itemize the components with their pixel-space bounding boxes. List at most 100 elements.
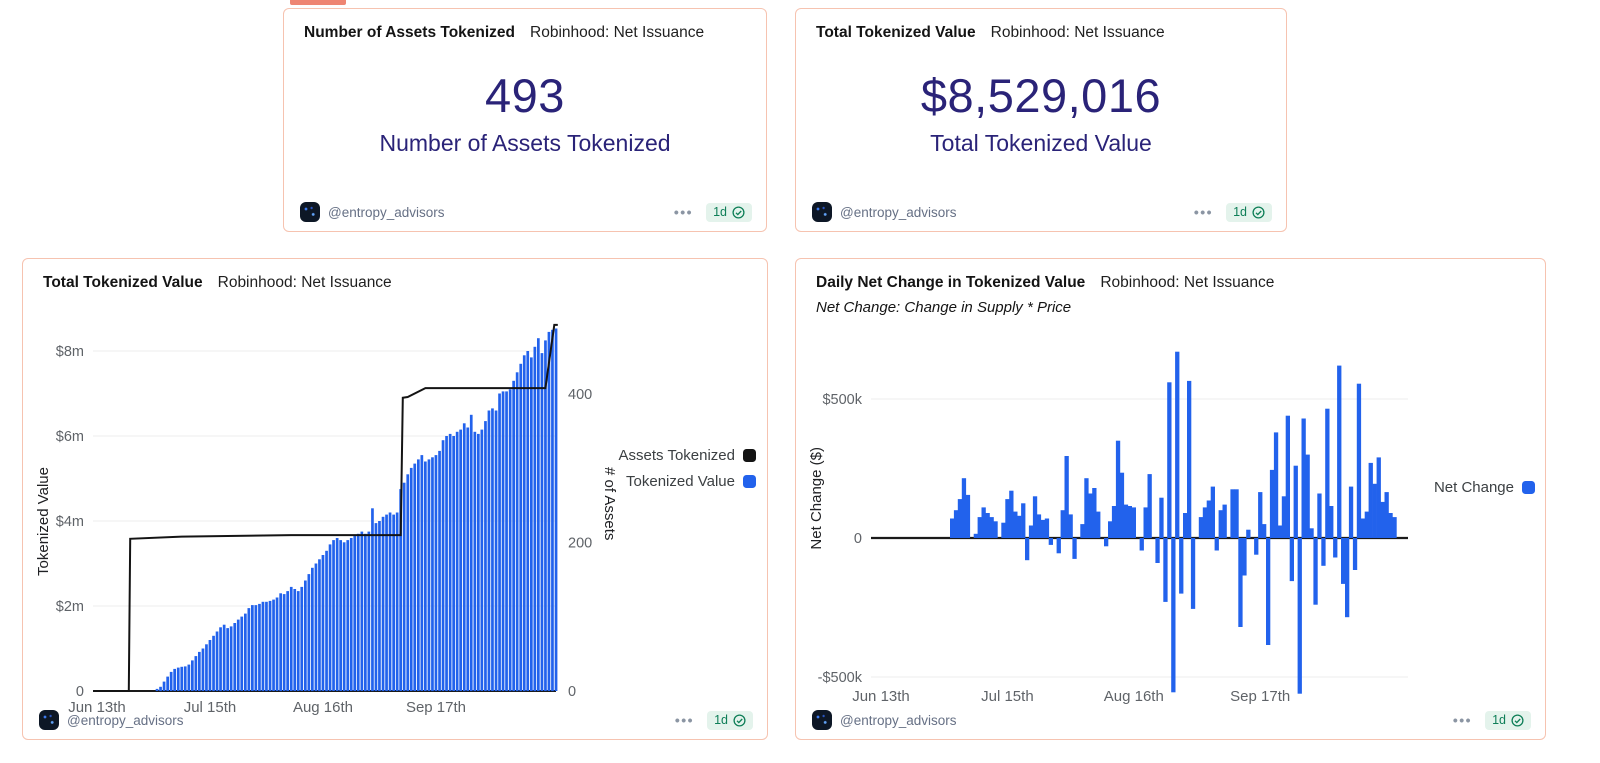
bar <box>1210 486 1215 538</box>
bar <box>1068 514 1073 538</box>
bar <box>1380 501 1385 538</box>
bar <box>236 619 240 691</box>
bar <box>406 474 410 691</box>
bar <box>1096 511 1101 538</box>
author-handle[interactable]: @entropy_advisors <box>39 710 184 730</box>
legend-item-assets-tokenized[interactable]: Assets Tokenized <box>619 447 756 464</box>
bar <box>1119 472 1125 538</box>
bar <box>244 613 247 691</box>
author-handle-label: @entropy_advisors <box>840 204 957 220</box>
bar <box>1384 492 1389 538</box>
legend-item-net-change[interactable]: Net Change <box>1434 479 1535 496</box>
bar <box>1364 511 1369 538</box>
bar <box>1009 490 1014 538</box>
author-handle[interactable]: @entropy_advisors <box>300 202 445 222</box>
bar <box>1183 513 1188 538</box>
bar <box>977 517 982 538</box>
bar <box>1060 510 1065 538</box>
bar <box>388 512 392 691</box>
bar <box>522 355 526 692</box>
freshness-badge[interactable]: 1d <box>1226 202 1272 222</box>
y-axis-title-left: Tokenized Value <box>35 467 52 576</box>
bar <box>540 353 544 691</box>
bar <box>208 640 212 691</box>
y-axis-title-right: # of Assets <box>601 467 618 541</box>
freshness-badge[interactable]: 1d <box>706 202 752 222</box>
chart-legend: Net Change <box>1434 479 1535 496</box>
bar <box>215 631 219 691</box>
y-axis-title: Net Change ($) <box>808 447 825 550</box>
bar <box>229 626 233 691</box>
bar <box>1372 483 1377 538</box>
bar <box>462 423 466 692</box>
legend-item-tokenized-value[interactable]: Tokenized Value <box>626 473 756 490</box>
bar <box>420 455 424 691</box>
bar <box>438 450 441 691</box>
bar <box>1072 538 1077 559</box>
bar <box>367 531 371 691</box>
bar <box>205 644 208 692</box>
bar <box>1167 382 1172 538</box>
more-menu-icon[interactable]: ••• <box>674 205 693 219</box>
bar <box>286 591 289 691</box>
freshness-badge[interactable]: 1d <box>707 710 753 730</box>
legend-label: Assets Tokenized <box>618 447 735 464</box>
author-handle[interactable]: @entropy_advisors <box>812 202 957 222</box>
bar <box>311 567 314 692</box>
bar <box>498 393 501 691</box>
card-footer: @entropy_advisors ••• 1d <box>300 202 752 222</box>
avatar <box>812 710 832 730</box>
card-header: Total Tokenized Value Robinhood: Net Iss… <box>816 24 1270 42</box>
bar <box>346 540 350 691</box>
avatar <box>39 710 59 730</box>
author-handle[interactable]: @entropy_advisors <box>812 710 957 730</box>
bar <box>1159 497 1164 538</box>
more-menu-icon[interactable]: ••• <box>675 713 694 727</box>
tokenized-value-chart[interactable]: $8m$6m$4m$2m04002000Jun 13th Jul 15th Aug … <box>23 259 767 739</box>
bar <box>1281 496 1287 538</box>
bar <box>335 538 339 691</box>
kpi-counter: $8,529,016 Total Tokenized Value <box>796 47 1286 177</box>
bar <box>169 671 173 691</box>
bar <box>981 507 986 538</box>
bar <box>240 616 244 691</box>
bar <box>1080 524 1085 538</box>
bar <box>1206 500 1211 538</box>
freshness-label: 1d <box>713 205 727 219</box>
author-handle-label: @entropy_advisors <box>67 712 184 728</box>
author-handle-label: @entropy_advisors <box>840 712 957 728</box>
bar <box>519 363 523 692</box>
bar <box>455 431 459 692</box>
freshness-label: 1d <box>1492 713 1506 727</box>
y2-tick-label: 200 <box>568 536 592 552</box>
bar <box>1305 454 1310 538</box>
bar <box>1021 503 1026 539</box>
bar <box>342 542 346 692</box>
bar <box>1108 521 1113 538</box>
legend-label: Net Change <box>1433 479 1514 496</box>
more-menu-icon[interactable]: ••• <box>1453 713 1472 727</box>
more-menu-icon[interactable]: ••• <box>1194 205 1213 219</box>
bar <box>194 656 198 691</box>
bar <box>321 555 325 691</box>
bar <box>1360 518 1366 538</box>
freshness-badge[interactable]: 1d <box>1485 710 1531 730</box>
bar <box>159 686 162 692</box>
bar <box>307 574 311 691</box>
bar <box>279 593 282 692</box>
bar <box>985 513 990 538</box>
bar <box>1238 538 1243 627</box>
y-tick-label: 0 <box>76 684 84 700</box>
bar <box>212 635 215 692</box>
net-change-chart[interactable]: $500k 0 -$500k Jun 13th Jul 15th Aug 16th Sep … <box>796 259 1545 739</box>
bar <box>1218 510 1223 538</box>
bar <box>1036 514 1042 538</box>
bar <box>289 586 293 691</box>
card-subtitle: Robinhood: Net Issuance <box>990 24 1165 41</box>
bar <box>268 600 272 691</box>
bar <box>201 648 205 691</box>
bar <box>247 608 251 691</box>
kpi-value: 493 <box>485 68 565 122</box>
bar <box>1044 518 1050 538</box>
y-tick-label: $500k <box>822 392 862 408</box>
